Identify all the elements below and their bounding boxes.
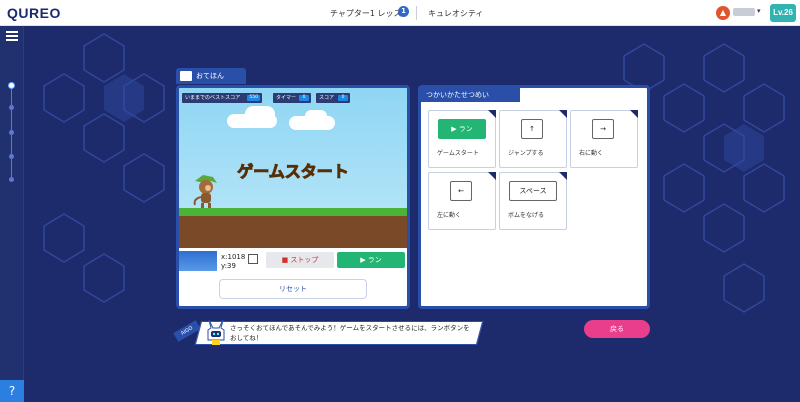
top-bar: QUREO チャプター1 レッスン 1 キュレオシティ ▲ ▾ Lv.26	[0, 0, 800, 26]
progress-step-current[interactable]	[8, 82, 15, 89]
game-canvas[interactable]: いままでのベストスコア 550 タイマー 0 スコア 0 ゲームスタート	[179, 88, 407, 248]
monkey-character-icon	[193, 175, 217, 209]
left-rail	[0, 26, 24, 402]
instruction-desc: 左に動く	[437, 212, 462, 219]
card-corner	[488, 172, 496, 180]
qureo-logo[interactable]: QUREO	[7, 5, 61, 21]
instruction-desc: ジャンプする	[508, 150, 544, 157]
card-corner	[630, 110, 638, 118]
instruction-card-jump: ↑ ジャンプする	[499, 110, 567, 168]
x-coordinate: x:1018	[221, 253, 246, 261]
score-display: スコア 0	[316, 93, 350, 103]
instruction-card-bomb: スペース ボムをなげる	[499, 172, 567, 230]
hexagon-background	[43, 33, 785, 313]
robot-avatar-icon	[207, 319, 225, 345]
instruction-desc: ゲームスタート	[437, 150, 479, 157]
monitor-icon	[180, 71, 192, 81]
sprite-thumbnail	[179, 251, 217, 271]
card-corner	[488, 110, 496, 118]
timer-value: 0	[299, 95, 309, 101]
progress-step[interactable]	[9, 177, 14, 182]
instructions-title: つかいかたせつめい	[420, 88, 520, 102]
card-corner	[559, 110, 567, 118]
best-score-display: いままでのベストスコア 550	[182, 93, 262, 103]
coordinates: x:1018 y:39	[221, 253, 245, 271]
progress-step[interactable]	[9, 105, 14, 110]
score-value: 0	[338, 95, 348, 101]
chevron-down-icon[interactable]: ▾	[757, 7, 761, 15]
stop-button[interactable]: ■ ストップ	[266, 252, 334, 268]
instruction-desc: 右に動く	[579, 150, 604, 157]
back-button[interactable]: 戻る	[584, 320, 650, 338]
progress-step[interactable]	[9, 130, 14, 135]
progress-step[interactable]	[9, 154, 14, 159]
fullscreen-icon[interactable]	[248, 254, 258, 264]
user-name-redacted[interactable]	[733, 8, 755, 16]
hamburger-menu-icon[interactable]	[6, 31, 18, 41]
tab-example: おてほん	[176, 68, 246, 84]
header-divider	[416, 6, 417, 20]
instruction-card-left: ← 左に動く	[428, 172, 496, 230]
timer-label: タイマー	[276, 95, 297, 101]
right-arrow-icon: →	[592, 119, 614, 139]
level-badge: Lv.26	[770, 4, 796, 22]
card-corner	[559, 172, 567, 180]
best-score-value: 550	[247, 95, 260, 101]
user-avatar[interactable]: ▲	[716, 6, 730, 20]
cloud	[305, 110, 327, 122]
reset-button[interactable]: リセット	[219, 279, 367, 299]
guide-message: さっそくおてほんであそんでみよう！ゲームをスタートさせるには、ランボタンをおして…	[230, 324, 470, 342]
up-arrow-icon: ↑	[521, 119, 543, 139]
instruction-desc: ボムをなげる	[508, 212, 545, 219]
play-icon: ▶ ラン	[438, 119, 486, 139]
run-button[interactable]: ▶ ラン	[337, 252, 405, 268]
help-button[interactable]: ?	[0, 380, 24, 402]
lesson-number-badge: 1	[398, 6, 409, 17]
timer-display: タイマー 0	[273, 93, 311, 103]
space-key-icon: スペース	[509, 181, 557, 201]
tab-example-label: おてほん	[196, 72, 224, 80]
instruction-card-right: → 右に動く	[570, 110, 638, 168]
score-label: スコア	[319, 95, 335, 101]
cloud	[245, 106, 275, 122]
y-coordinate: y:39	[221, 262, 236, 270]
instruction-card-run: ▶ ラン ゲームスタート	[428, 110, 496, 168]
left-arrow-icon: ←	[450, 181, 472, 201]
ground-grass	[179, 208, 407, 216]
best-score-label: いままでのベストスコア	[185, 95, 241, 101]
ground-dirt	[179, 216, 407, 248]
course-name: キュレオシティ	[428, 9, 484, 18]
